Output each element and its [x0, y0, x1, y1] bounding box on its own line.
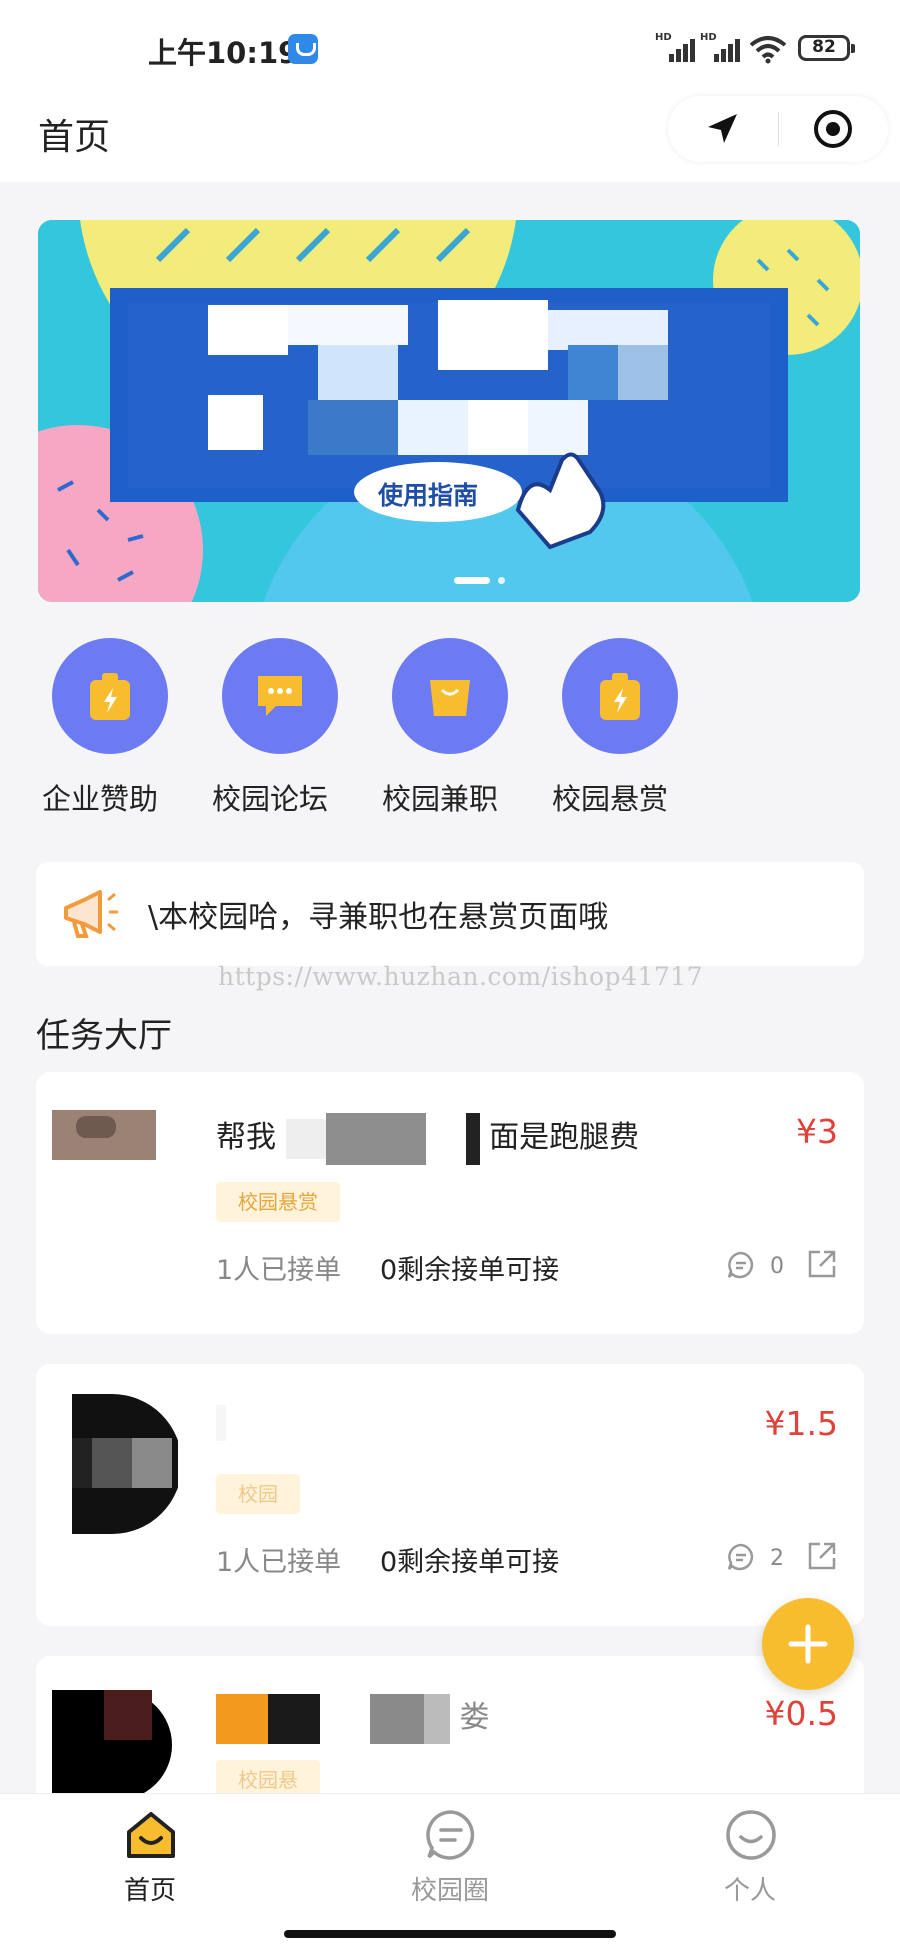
lightning-bag-icon	[600, 673, 640, 720]
comment-icon[interactable]	[726, 1542, 756, 1572]
add-task-button[interactable]	[762, 1598, 854, 1690]
section-title: 任务大厅	[36, 1016, 172, 1056]
chat-bubble-icon	[258, 676, 302, 716]
mini-program-capsule	[668, 96, 888, 162]
task-remaining: 0剩余接单可接	[380, 1255, 560, 1286]
tab-profile[interactable]: 个人	[600, 1794, 900, 1914]
page-header: 首页	[0, 96, 900, 182]
task-card[interactable]: 帮我 面是跑腿费 ¥3 校园悬赏 1人已接单 0剩余接单可接 0	[36, 1072, 864, 1334]
signal-2-icon: HD	[700, 32, 740, 62]
app-notification-icon	[288, 34, 318, 64]
task-accepted: 1人已接单	[216, 1255, 342, 1286]
home-icon	[127, 1812, 175, 1858]
comment-count: 2	[770, 1546, 784, 1571]
close-miniprogram-button[interactable]	[778, 96, 888, 162]
smile-icon	[726, 1810, 776, 1860]
quick-link-forum[interactable]: 校园论坛	[200, 630, 370, 830]
battery-indicator: 82	[798, 35, 855, 61]
banner-caption: 使用指南	[378, 481, 479, 510]
carousel-dots	[454, 577, 505, 584]
task-title: 帮我 面是跑腿费	[216, 1112, 639, 1165]
task-price: ¥3	[796, 1112, 838, 1151]
task-card[interactable]: 娄 ¥0.5 校园悬	[36, 1656, 864, 1793]
location-button[interactable]	[668, 96, 778, 162]
chat-icon	[426, 1810, 475, 1860]
task-price: ¥0.5	[764, 1694, 838, 1733]
carousel-dot-active	[454, 577, 490, 584]
banner-illustration	[38, 220, 860, 602]
task-price: ¥1.5	[764, 1404, 838, 1443]
task-tag: 校园	[216, 1474, 300, 1514]
quick-links: 企业赞助 校园论坛 校园兼职 校园悬赏	[30, 630, 870, 830]
carousel-dot	[498, 577, 505, 584]
share-icon[interactable]	[806, 1540, 838, 1572]
wifi-icon	[749, 36, 787, 64]
shopping-bag-icon	[430, 680, 470, 716]
notice-bar[interactable]: \本校园哈，寻兼职也在悬赏页面哦	[36, 862, 864, 966]
status-bar: 上午10:19 HD HD 82	[0, 0, 900, 96]
task-tag: 校园悬	[216, 1760, 320, 1793]
task-thumbnail	[52, 1096, 178, 1246]
task-accepted: 1人已接单	[216, 1547, 342, 1578]
status-time: 上午10:19	[148, 36, 299, 70]
quick-link-reward[interactable]: 校园悬赏	[540, 630, 710, 830]
plus-icon	[788, 1624, 828, 1664]
task-thumbnail	[52, 1388, 178, 1538]
task-title: 娄	[216, 1692, 490, 1744]
watermark: https://www.huzhan.com/ishop41717	[218, 962, 704, 991]
notice-text: \本校园哈，寻兼职也在悬赏页面哦	[148, 900, 609, 935]
task-thumbnail	[52, 1690, 178, 1793]
home-indicator[interactable]	[284, 1930, 616, 1938]
banner-carousel[interactable]: 使用指南	[38, 220, 860, 602]
signal-1-icon: HD	[655, 32, 695, 62]
tab-bar: 首页 校园圈 个人	[0, 1793, 900, 1950]
task-tag: 校园悬赏	[216, 1182, 340, 1222]
comment-count: 0	[770, 1254, 784, 1279]
task-card[interactable]: ¥1.5 校园 1人已接单 0剩余接单可接 2	[36, 1364, 864, 1626]
comment-icon[interactable]	[726, 1250, 756, 1280]
share-icon[interactable]	[806, 1248, 838, 1280]
quick-link-parttime[interactable]: 校园兼职	[370, 630, 540, 830]
tab-home[interactable]: 首页	[0, 1794, 300, 1914]
lightning-bag-icon	[90, 673, 130, 720]
tab-campus-circle[interactable]: 校园圈	[300, 1794, 600, 1914]
page-title: 首页	[38, 117, 111, 158]
target-icon	[814, 110, 852, 148]
task-title	[216, 1404, 226, 1448]
location-arrow-icon	[708, 114, 737, 143]
task-remaining: 0剩余接单可接	[380, 1547, 560, 1578]
quick-link-sponsor[interactable]: 企业赞助	[30, 630, 200, 830]
megaphone-icon	[64, 890, 118, 938]
